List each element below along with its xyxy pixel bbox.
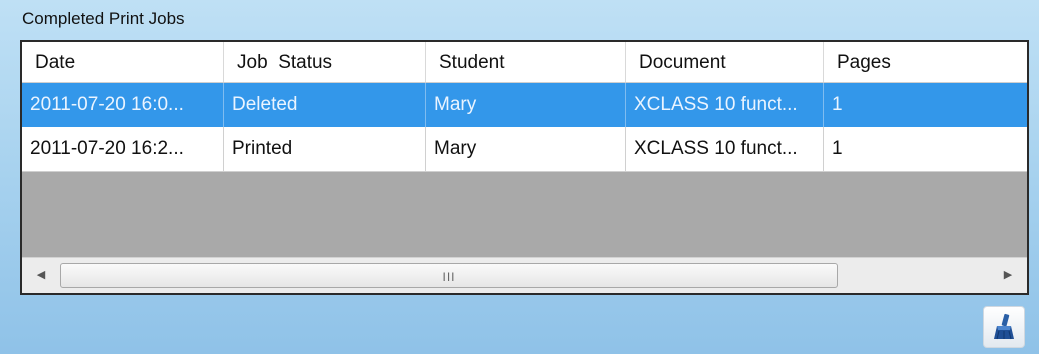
cell-document: XCLASS 10 funct... — [626, 83, 824, 127]
column-header-pages[interactable]: Pages — [824, 42, 1027, 82]
broom-icon — [994, 313, 1014, 340]
cell-student: Mary — [426, 127, 626, 171]
horizontal-scrollbar[interactable]: ◀ III ▶ — [22, 257, 1027, 293]
scroll-left-arrow-icon[interactable]: ◀ — [26, 258, 56, 293]
cell-status: Printed — [224, 127, 426, 171]
cell-date: 2011-07-20 16:2... — [22, 127, 224, 171]
cell-document: XCLASS 10 funct... — [626, 127, 824, 171]
scrollbar-grip: III — [442, 270, 456, 284]
column-header-document[interactable]: Document — [626, 42, 824, 82]
cell-student: Mary — [426, 83, 626, 127]
group-title: Completed Print Jobs — [22, 9, 185, 28]
print-jobs-grid[interactable]: Date Job Status Student Document Pages 2… — [20, 40, 1029, 295]
table-row[interactable]: 2011-07-20 16:0... Deleted Mary XCLASS 1… — [22, 83, 1027, 127]
cell-status: Deleted — [224, 83, 426, 127]
scroll-right-arrow-icon[interactable]: ▶ — [993, 258, 1023, 293]
cell-pages: 1 — [832, 94, 843, 115]
cell-date: 2011-07-20 16:0... — [22, 83, 224, 127]
cell-pages: 1 — [832, 138, 843, 159]
column-header-student[interactable]: Student — [426, 42, 626, 82]
scrollbar-thumb[interactable]: III — [60, 263, 838, 288]
column-header-date[interactable]: Date — [22, 42, 224, 82]
column-header-job-status[interactable]: Job Status — [224, 42, 426, 82]
clear-jobs-button[interactable] — [983, 306, 1025, 348]
grid-header: Date Job Status Student Document Pages — [22, 42, 1027, 83]
table-row[interactable]: 2011-07-20 16:2... Printed Mary XCLASS 1… — [22, 127, 1027, 172]
